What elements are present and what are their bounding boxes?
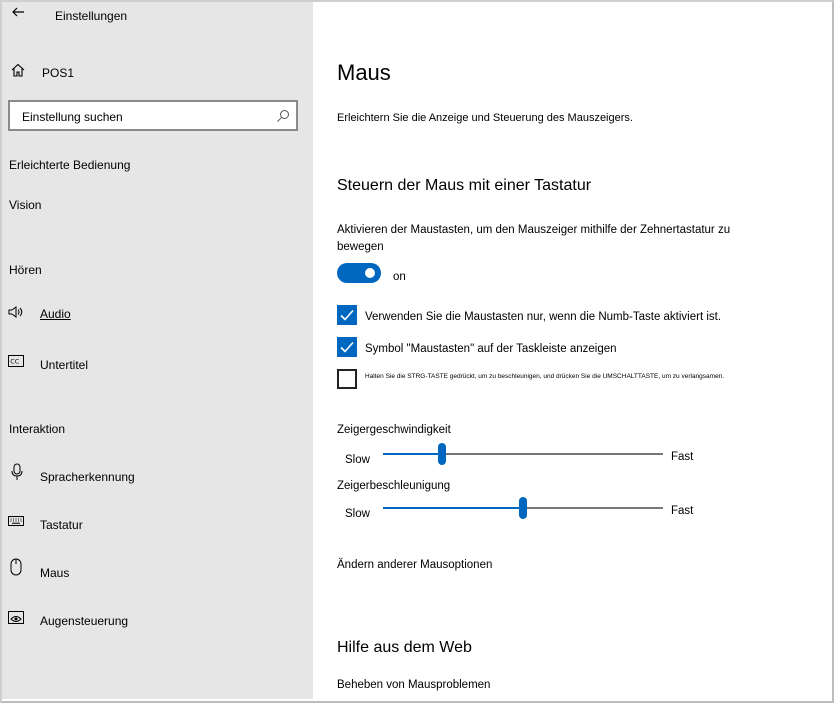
checkbox-taskbar-icon[interactable] — [337, 337, 357, 357]
microphone-icon — [11, 463, 23, 480]
checkmark-icon — [340, 341, 354, 353]
captions-icon: CC — [8, 355, 24, 367]
page-title: Maus — [337, 60, 391, 85]
slider-filled — [383, 507, 523, 509]
main-content: Maus Erleichtern Sie die Anzeige und Ste… — [313, 2, 832, 699]
category-title: Erleichterte Bedienung — [9, 158, 131, 172]
section-interaktion: Interaktion — [9, 422, 66, 436]
sidebar-item-audio[interactable]: Audio — [2, 290, 313, 334]
sidebar-item-label: Audio — [40, 307, 71, 321]
toggle-state-label: on — [393, 271, 406, 283]
sidebar-item-label: Untertitel — [40, 358, 89, 372]
accel-slider-label: Zeigerbeschleunigung — [337, 480, 451, 492]
slider-track — [442, 453, 663, 455]
mouse-keys-toggle[interactable] — [337, 263, 381, 283]
slider-track — [523, 507, 663, 509]
page-description: Erleichtern Sie die Anzeige und Steuerun… — [337, 112, 633, 124]
toggle-knob — [365, 268, 375, 278]
sidebar-item-label: Tastatur — [40, 518, 83, 532]
eye-control-icon — [8, 611, 24, 624]
search-box[interactable]: Einstellung suchen — [8, 100, 298, 131]
speed-slider[interactable] — [383, 443, 663, 465]
checkbox-ctrl-shift[interactable] — [337, 369, 357, 389]
sidebar-item-untertitel[interactable]: CC Untertitel — [2, 341, 313, 385]
sidebar-item-maus[interactable]: Maus — [2, 549, 313, 593]
accel-fast-label: Fast — [671, 505, 694, 517]
help-heading: Hilfe aus dem Web — [337, 639, 472, 656]
sidebar-item-tastatur[interactable]: Tastatur — [2, 501, 313, 545]
section-heading: Steuern der Maus mit einer Tastatur — [337, 177, 592, 194]
checkbox-label: Verwenden Sie die Maustasten nur, wenn d… — [365, 311, 722, 323]
other-mouse-options-link[interactable]: Ändern anderer Mausoptionen — [337, 559, 492, 571]
checkbox-label: Symbol "Maustasten" auf der Taskleiste a… — [365, 343, 617, 355]
toggle-description: Aktivieren der Maustasten, um den Mausze… — [337, 224, 731, 253]
keyboard-icon — [8, 516, 24, 526]
section-hoeren: Hören — [9, 263, 42, 277]
window-title: Einstellungen — [55, 9, 128, 23]
slider-filled — [383, 453, 442, 455]
sidebar-item-label: Maus — [40, 566, 70, 580]
home-link[interactable]: POS1 — [42, 66, 74, 80]
search-icon[interactable] — [276, 109, 290, 123]
speed-fast-label: Fast — [671, 451, 694, 463]
checkmark-icon — [340, 309, 354, 321]
speed-slider-label: Zeigergeschwindigkeit — [337, 424, 451, 436]
svg-text:CC: CC — [10, 358, 20, 366]
search-input[interactable]: Einstellung suchen — [22, 110, 123, 124]
section-vision: Vision — [9, 198, 42, 212]
slider-thumb[interactable] — [519, 497, 527, 519]
checkbox-label: Halten Sie die STRG-TASTE gedrückt, um z… — [365, 373, 725, 380]
back-arrow-icon[interactable] — [10, 4, 26, 20]
accel-slider[interactable] — [383, 497, 663, 519]
checkbox-numlock-only[interactable] — [337, 305, 357, 325]
speed-slow-label: Slow — [345, 454, 370, 466]
mouse-troubleshoot-link[interactable]: Beheben von Mausproblemen — [337, 679, 490, 691]
sidebar-item-augensteuerung[interactable]: Augensteuerung — [2, 597, 313, 641]
home-icon[interactable] — [10, 62, 26, 78]
sidebar: Einstellungen POS1 Einstellung suchen Er… — [2, 2, 313, 699]
mouse-icon — [10, 558, 22, 576]
sidebar-item-spracherkennung[interactable]: Spracherkennung — [2, 453, 313, 497]
accel-slow-label: Slow — [345, 508, 370, 520]
sidebar-item-label: Augensteuerung — [40, 614, 129, 628]
sidebar-item-label: Spracherkennung — [40, 470, 135, 484]
slider-thumb[interactable] — [438, 443, 446, 465]
speaker-icon — [8, 306, 23, 318]
